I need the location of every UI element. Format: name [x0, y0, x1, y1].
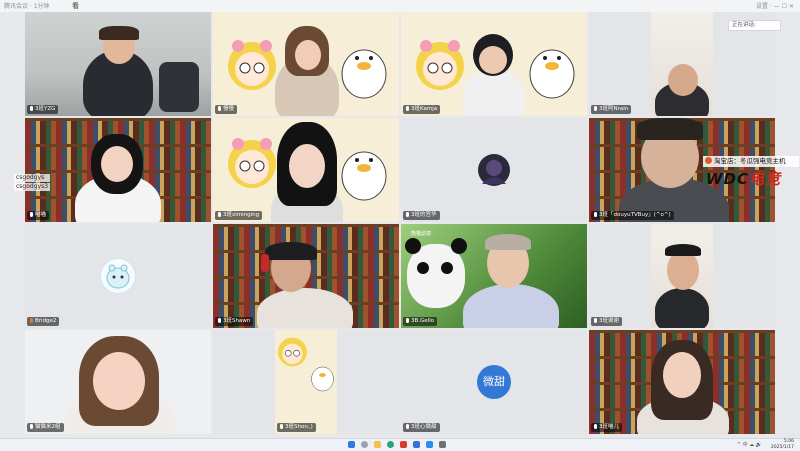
video-tile[interactable]: 喵喵: [25, 118, 211, 222]
video-grid: 3班YZG 慢慢 3班Kamja 3班阿Nrain 喵喵 3班ximinging…: [0, 12, 800, 438]
avatar: [478, 154, 510, 186]
taskbar: ^ 中 ☁ 🔊 5:06 2025/1/17: [0, 438, 800, 451]
participant-name: 喵喵: [27, 211, 50, 220]
cartoon-duck-icon: [309, 360, 336, 392]
avatar: [100, 258, 136, 294]
panda-caption: 熊猫滤镜: [411, 231, 432, 237]
participant-name: 3班ximinging: [215, 211, 263, 220]
avatar: 微甜: [477, 365, 511, 399]
system-tray[interactable]: ^ 中 ☁ 🔊: [737, 441, 762, 448]
participant-name: 猫猫米2组: [27, 423, 64, 432]
participant-name: 3班「douyuTVBuy」(^o^): [591, 211, 674, 220]
video-tile[interactable]: 3班Kamja: [401, 12, 587, 116]
participant-name: Bridge2: [27, 317, 60, 326]
video-tile[interactable]: 微甜 3班心微甜: [401, 330, 587, 434]
cartoon-duck-icon: [525, 36, 579, 100]
video-tile[interactable]: 3班Shawn: [213, 224, 399, 328]
shop-icon: [705, 157, 712, 164]
clock[interactable]: 5:06 2025/1/17: [771, 439, 794, 451]
cartoon-duck-icon: [337, 36, 391, 100]
browser-icon[interactable]: [387, 441, 394, 448]
video-tile[interactable]: 3班谢谢: [589, 224, 775, 328]
video-tile[interactable]: 3班的宫华: [401, 118, 587, 222]
promo-banner: 淘宝店：冬瓜强电竞主机: [703, 156, 799, 167]
video-tile[interactable]: 3班ximinging: [213, 118, 399, 222]
video-tile[interactable]: 猫猫米2组: [25, 330, 211, 434]
video-tile[interactable]: 3班喵儿: [589, 330, 775, 434]
cartoon-girl-icon: [275, 334, 310, 369]
participant-name: 3班心微甜: [403, 423, 440, 432]
video-tile[interactable]: Bridge2: [25, 224, 211, 328]
windows-start-icon[interactable]: [348, 441, 355, 448]
cartoon-duck-icon: [337, 138, 391, 202]
app-icon[interactable]: [400, 441, 407, 448]
file-explorer-icon[interactable]: [374, 441, 381, 448]
app-icon[interactable]: [413, 441, 420, 448]
meeting-app-icon[interactable]: [426, 441, 433, 448]
search-icon[interactable]: [361, 441, 368, 448]
video-tile[interactable]: 慢慢: [213, 12, 399, 116]
window-controls[interactable]: 设置 · — ☐ ✕: [756, 1, 794, 10]
meeting-id: 看: [72, 2, 79, 10]
participant-name: 慢慢: [215, 105, 238, 114]
overlay-name: csgodgys3: [14, 183, 51, 191]
app-name: 腾讯会议 · 1分钟: [4, 3, 50, 10]
participant-name: 3B.Gello: [403, 317, 438, 326]
participant-name: 3班的宫华: [403, 211, 440, 220]
video-tile[interactable]: 3班YZG: [25, 12, 211, 116]
participant-name: 3班Kamja: [403, 105, 441, 114]
participant-name: 3班谢谢: [591, 317, 622, 326]
participant-name: 3班Shon、): [277, 423, 316, 432]
app-icon[interactable]: [439, 441, 446, 448]
brand-logo: WDC电竞: [706, 170, 782, 188]
video-tile[interactable]: 熊猫滤镜 3B.Gello: [401, 224, 587, 328]
cartoon-girl-icon: [223, 134, 281, 192]
cartoon-girl-icon: [223, 36, 281, 94]
overlay-name: csgodgys: [14, 174, 51, 182]
participant-name: 3班Shawn: [215, 317, 254, 326]
video-tile[interactable]: 3班Shon、): [213, 330, 399, 434]
participant-name: 3班YZG: [27, 105, 59, 114]
participant-name: 3班阿Nrain: [591, 105, 632, 114]
viewer-overlay: csgodgys csgodgys3: [14, 174, 51, 192]
cartoon-girl-icon: [411, 36, 469, 94]
participant-name: 3班喵儿: [591, 423, 622, 432]
speaking-indicator: 正在讲话:: [728, 20, 781, 31]
